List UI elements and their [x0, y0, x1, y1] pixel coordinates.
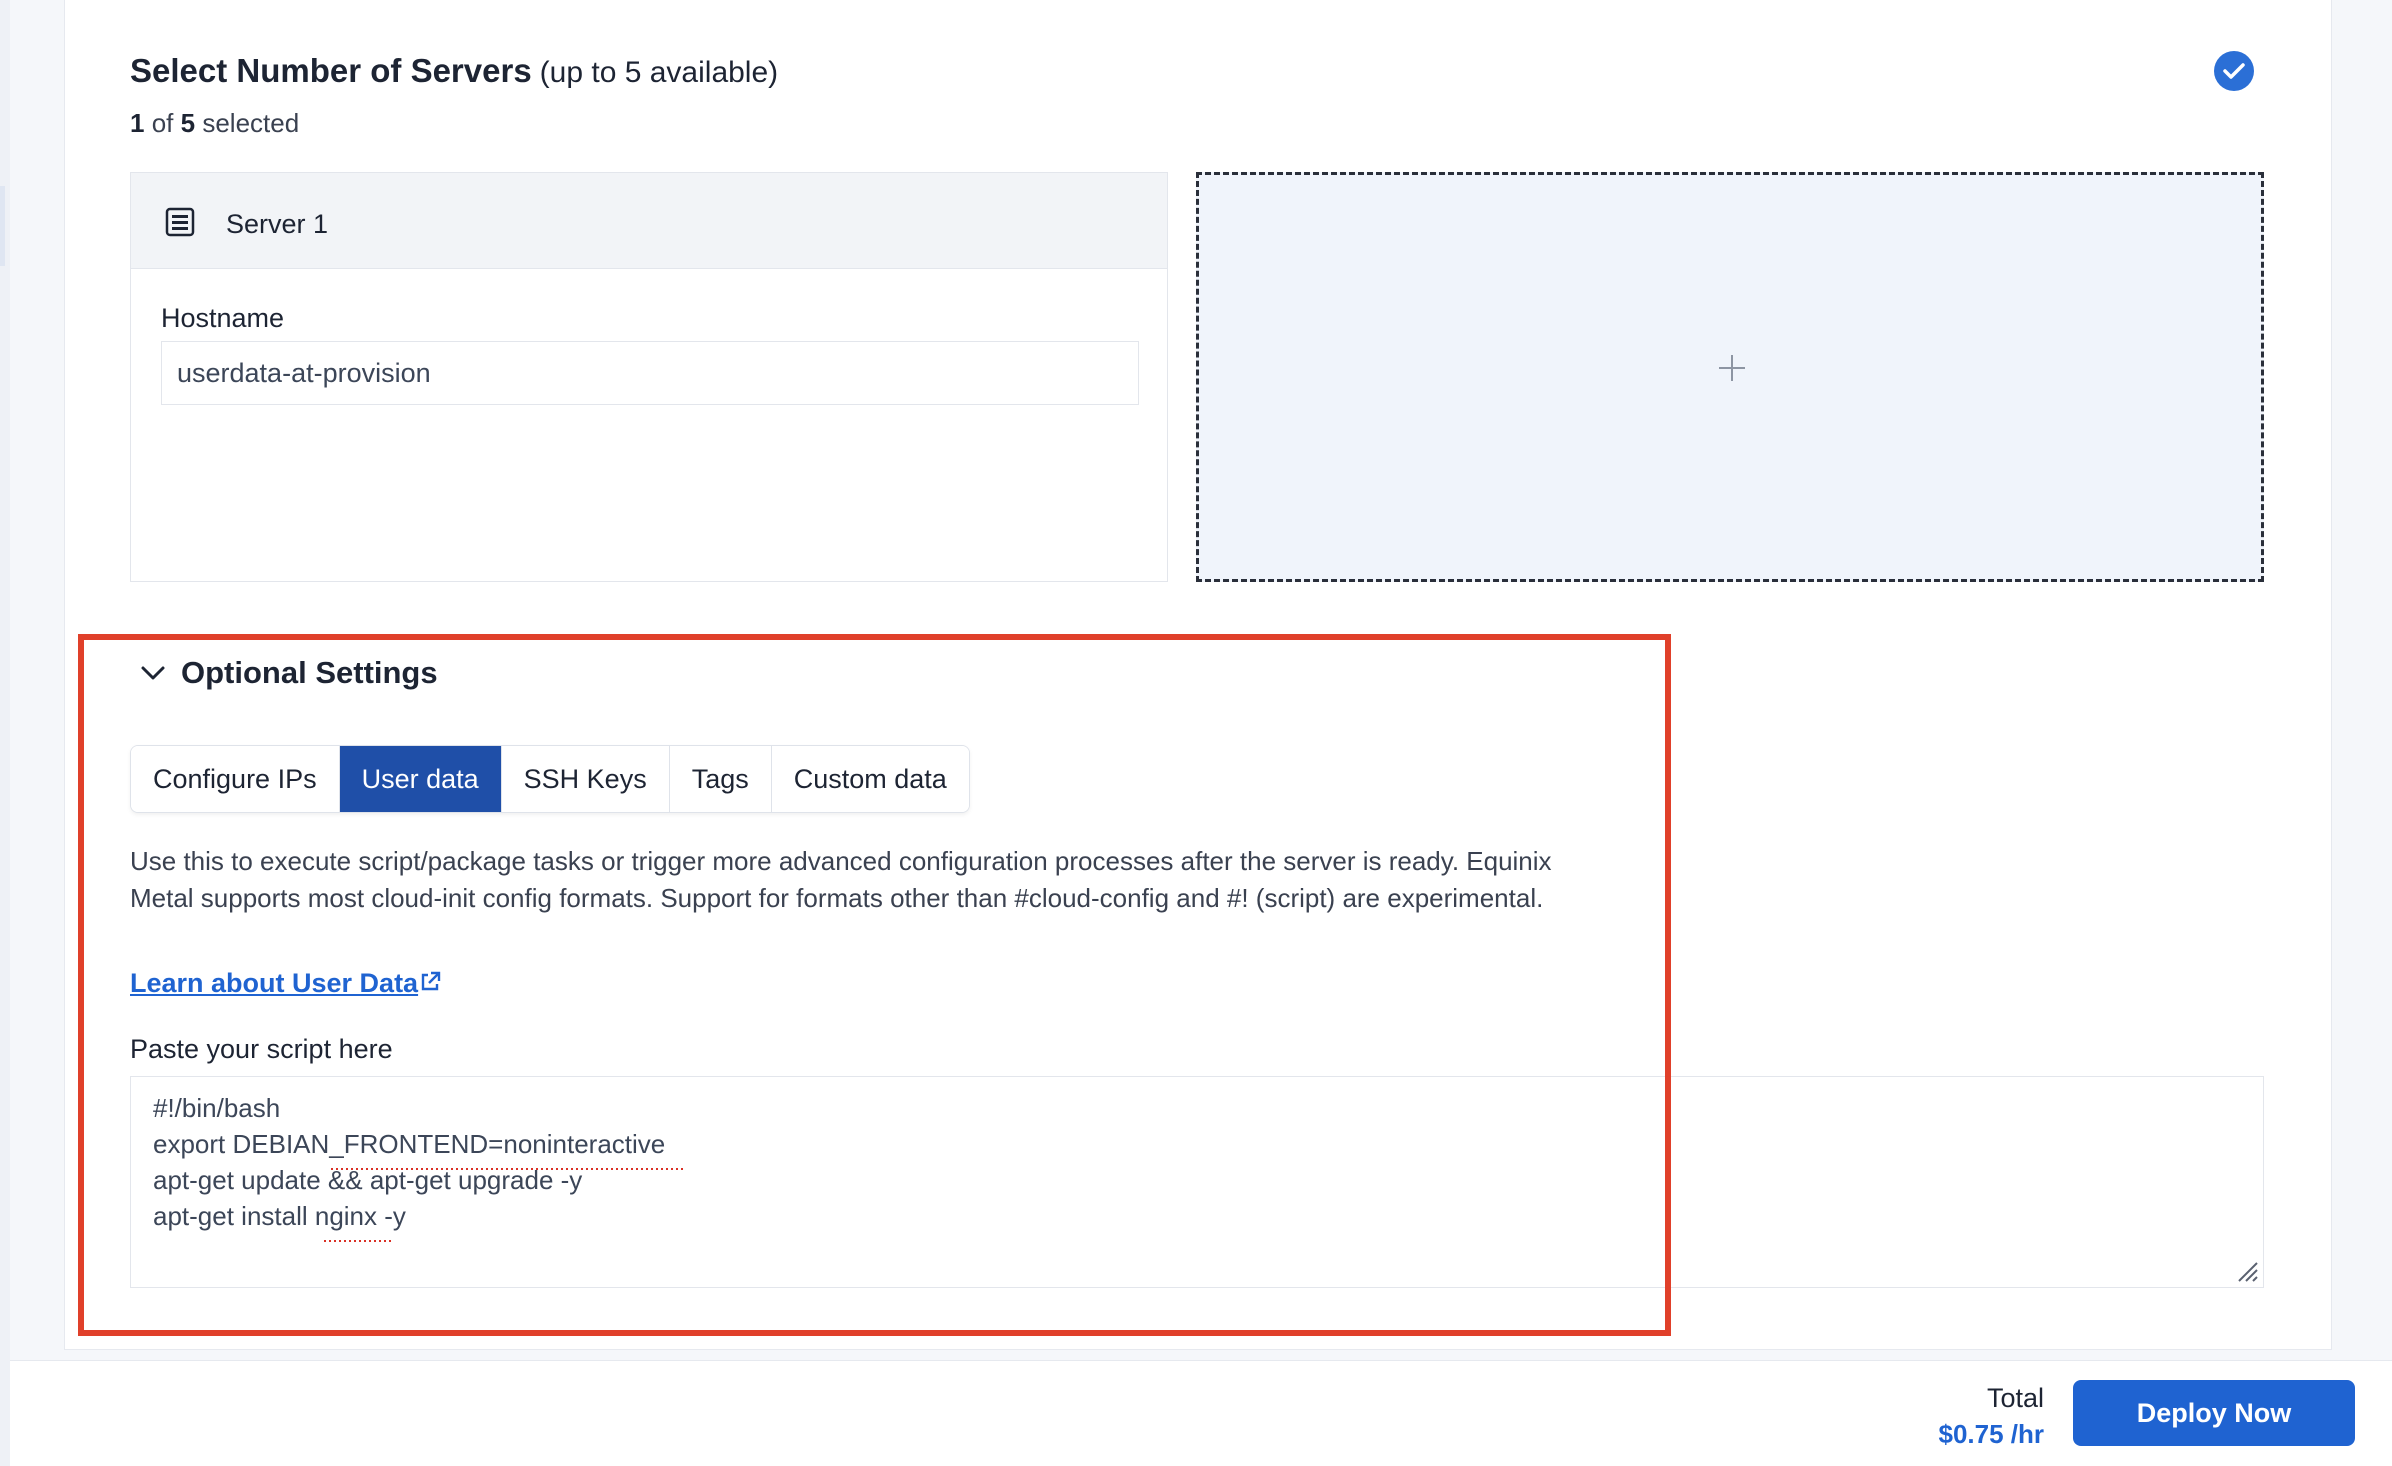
spellcheck-underline: [324, 1240, 392, 1242]
script-line: apt-get install nginx -y: [153, 1201, 406, 1231]
tab-ssh-keys[interactable]: SSH Keys: [501, 746, 670, 812]
title-text: Select Number of Servers: [130, 52, 532, 89]
left-nav-marker: [0, 186, 5, 266]
tab-custom-data[interactable]: Custom data: [771, 746, 969, 812]
resize-handle-icon[interactable]: [2235, 1259, 2259, 1283]
paste-script-label: Paste your script here: [130, 1034, 393, 1064]
script-line: export DEBIAN_FRONTEND=noninteractive: [153, 1129, 666, 1159]
tab-user-data[interactable]: User data: [339, 746, 502, 812]
optional-settings-title[interactable]: Optional Settings: [181, 655, 438, 691]
server-icon: [165, 207, 195, 237]
total-label: Total: [1986, 1383, 2044, 1413]
selected-label: selected: [202, 108, 300, 138]
title-suffix: (up to 5 available): [539, 56, 779, 89]
script-line: #!/bin/bash: [153, 1093, 281, 1123]
of-label: of: [151, 108, 174, 138]
deploy-now-button[interactable]: Deploy Now: [2073, 1380, 2355, 1446]
plus-icon: [1719, 355, 1745, 381]
selected-number: 1: [130, 108, 145, 138]
footer-bar: Total $0.75 /hr Deploy Now: [10, 1360, 2392, 1466]
tab-tags[interactable]: Tags: [669, 746, 772, 812]
external-link-icon[interactable]: [418, 970, 442, 994]
left-nav-strip: [0, 0, 10, 1466]
total-number: 5: [180, 108, 196, 138]
completed-check-icon: [2214, 51, 2254, 91]
add-server-slot[interactable]: [1196, 172, 2264, 582]
selection-count: 1 of 5 selected: [130, 108, 299, 139]
optional-settings-tabs: Configure IPs User data SSH Keys Tags Cu…: [130, 745, 970, 813]
user-data-description: Use this to execute script/package tasks…: [130, 846, 1552, 913]
server-card-header: Server 1: [131, 173, 1167, 269]
total-price: $0.75 /hr: [1938, 1419, 2044, 1449]
hostname-label: Hostname: [161, 303, 285, 333]
server-card: Server 1 Hostname: [130, 172, 1168, 582]
tab-configure-ips[interactable]: Configure IPs: [131, 746, 340, 812]
server-label: Server 1: [226, 209, 329, 239]
hostname-input[interactable]: [161, 341, 1139, 405]
spellcheck-underline: [331, 1168, 686, 1170]
learn-user-data-link[interactable]: Learn about User Data: [130, 968, 418, 999]
chevron-down-icon[interactable]: [140, 664, 166, 682]
user-data-script-textarea[interactable]: #!/bin/bash export DEBIAN_FRONTEND=nonin…: [130, 1076, 2264, 1288]
page-title: Select Number of Servers (up to 5 availab…: [130, 52, 778, 90]
